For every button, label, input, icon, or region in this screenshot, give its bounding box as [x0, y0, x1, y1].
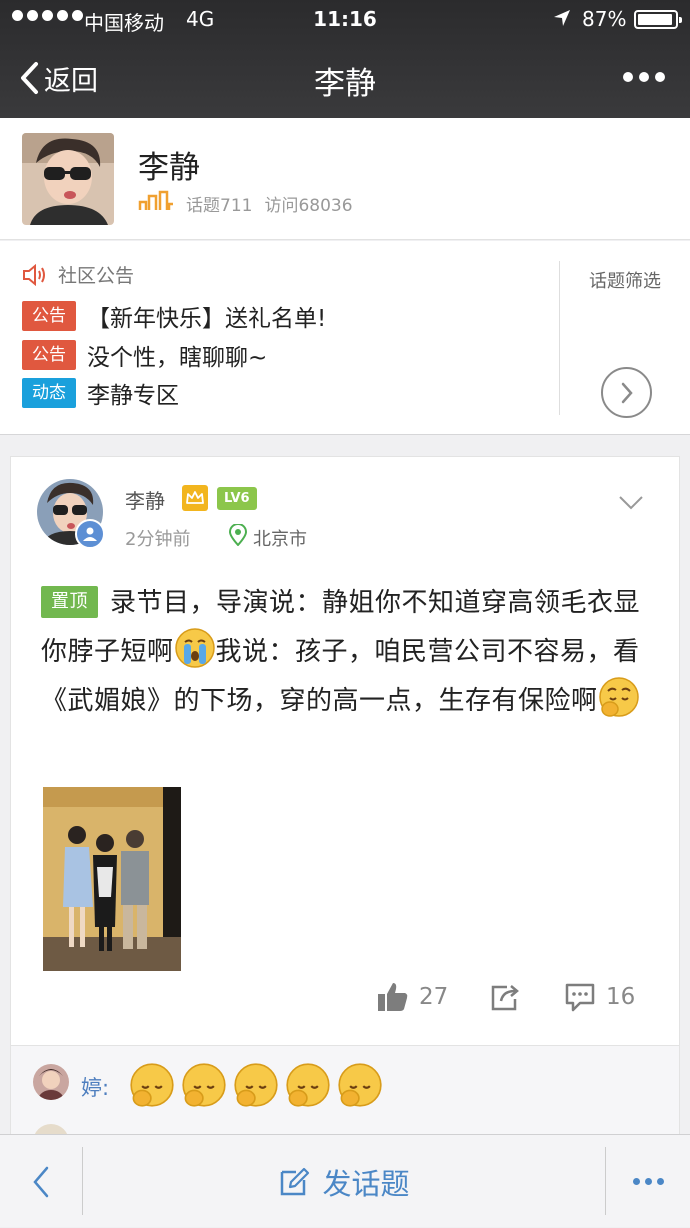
comment-author[interactable]: 婷:	[81, 1072, 109, 1102]
status-bar: 中国移动 4G 11:16 87%	[0, 0, 690, 38]
top-bar: 中国移动 4G 11:16 87% 返回 李静	[0, 0, 690, 118]
new-topic-button[interactable]: 发话题	[83, 1135, 605, 1228]
bottom-toolbar: 发话题	[0, 1134, 690, 1227]
post-actions: 27 16	[11, 981, 681, 1025]
notice-tag: 公告	[22, 301, 76, 331]
crying-emoji-icon	[174, 628, 215, 668]
location-pin-icon	[229, 524, 247, 546]
comment-icon	[565, 983, 595, 1012]
battery-icon	[634, 10, 682, 29]
shy-emoji-icon	[598, 677, 639, 717]
shy-emoji-icon	[286, 1063, 330, 1107]
notice-item[interactable]: 公告 没个性，瞎聊聊~	[22, 338, 267, 372]
level-badge: LV6	[217, 487, 257, 510]
post-location: 北京市	[253, 529, 307, 550]
dynamic-tag: 动态	[22, 378, 76, 408]
speaker-icon	[23, 263, 45, 286]
profile-stats: 话题711 访问68036	[186, 191, 353, 216]
share-icon	[491, 985, 519, 1011]
profile-name: 李静	[138, 150, 200, 186]
thumbs-up-icon	[378, 983, 408, 1011]
chevron-down-icon[interactable]	[618, 495, 644, 511]
share-button[interactable]	[489, 981, 521, 1013]
profile-header: 李静 话题711 访问68036	[0, 118, 690, 240]
post-card[interactable]: 李静 LV6 2分钟前 北京市 置顶 录节目，导演说：静姐你不知道穿高领毛衣显你脖…	[10, 456, 680, 1046]
crown-icon	[182, 485, 208, 511]
notice-item[interactable]: 公告 【新年快乐】送礼名单!	[22, 299, 326, 333]
more-dots-icon[interactable]	[606, 1135, 690, 1228]
compose-icon	[281, 1167, 310, 1195]
shy-emoji-icon	[338, 1063, 382, 1107]
level-bars-icon	[138, 190, 173, 210]
post-time: 2分钟前	[125, 529, 191, 550]
topic-filter-button[interactable]	[601, 367, 652, 418]
notice-text: 没个性，瞎聊聊~	[87, 345, 268, 371]
back-chevron-icon	[33, 1166, 49, 1197]
battery-percent: 87%	[582, 7, 627, 31]
page-title: 李静	[314, 66, 376, 102]
comment-count: 16	[606, 984, 636, 1010]
shy-emoji-icon	[234, 1063, 278, 1107]
post-body: 置顶 录节目，导演说：静姐你不知道穿高领毛衣显你脖子短啊 我说：孩子，咱民营公司不…	[41, 579, 651, 725]
community-notice: 社区公告 公告 【新年快乐】送礼名单! 公告 没个性，瞎聊聊~ 动态 李静专区 …	[0, 241, 690, 435]
toolbar-back-button[interactable]	[0, 1135, 82, 1228]
post-photo[interactable]	[43, 787, 181, 971]
like-count: 27	[419, 984, 449, 1010]
notice-tag: 公告	[22, 340, 76, 370]
chevron-right-circle-icon	[621, 382, 633, 403]
notice-title: 社区公告	[58, 265, 135, 287]
comment-avatar[interactable]	[33, 1064, 69, 1100]
post-author[interactable]: 李静	[125, 485, 165, 514]
notice-item[interactable]: 动态 李静专区	[22, 376, 179, 410]
pinned-tag: 置顶	[41, 586, 98, 618]
like-button[interactable]: 27	[377, 981, 448, 1013]
avatar[interactable]	[22, 133, 114, 225]
notice-text: 李静专区	[87, 383, 179, 409]
more-dots-icon[interactable]	[623, 72, 665, 82]
shy-emoji-icon	[130, 1063, 174, 1107]
notice-text: 【新年快乐】送礼名单!	[87, 306, 327, 332]
comment-list: 婷:	[10, 1046, 680, 1146]
topic-count: 话题711	[186, 196, 253, 216]
location-arrow-icon	[554, 10, 570, 26]
shy-emoji-icon	[182, 1063, 226, 1107]
user-badge-icon	[75, 519, 105, 549]
comment-emojis	[129, 1062, 383, 1108]
comment-button[interactable]: 16	[564, 981, 635, 1013]
new-topic-label: 发话题	[322, 1166, 410, 1201]
topic-filter-label[interactable]: 话题筛选	[560, 267, 690, 293]
visit-count: 访问68036	[264, 196, 353, 216]
notice-header: 社区公告	[22, 261, 134, 288]
